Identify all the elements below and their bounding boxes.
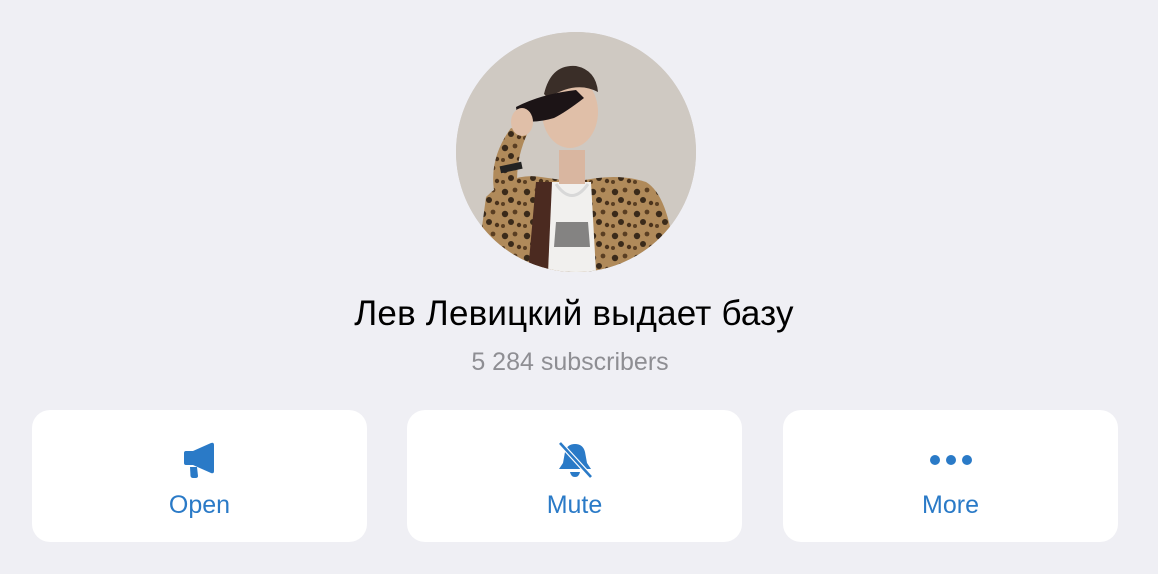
megaphone-icon [32, 438, 367, 482]
mute-button[interactable]: Mute [407, 410, 742, 542]
more-button[interactable]: More [783, 410, 1118, 542]
subscriber-count: 5 284 subscribers [471, 348, 669, 376]
channel-actions: Open Mute More [32, 410, 1118, 542]
more-button-label: More [922, 491, 979, 519]
open-button-label: Open [168, 491, 231, 519]
mute-button-label: Mute [546, 491, 603, 519]
channel-title: Лев Левицкий выдает базу [354, 294, 794, 333]
bell-slash-icon [407, 438, 742, 482]
channel-avatar[interactable] [456, 32, 696, 272]
avatar-photo [456, 32, 696, 272]
more-dots-icon [783, 438, 1118, 482]
open-button[interactable]: Open [32, 410, 367, 542]
